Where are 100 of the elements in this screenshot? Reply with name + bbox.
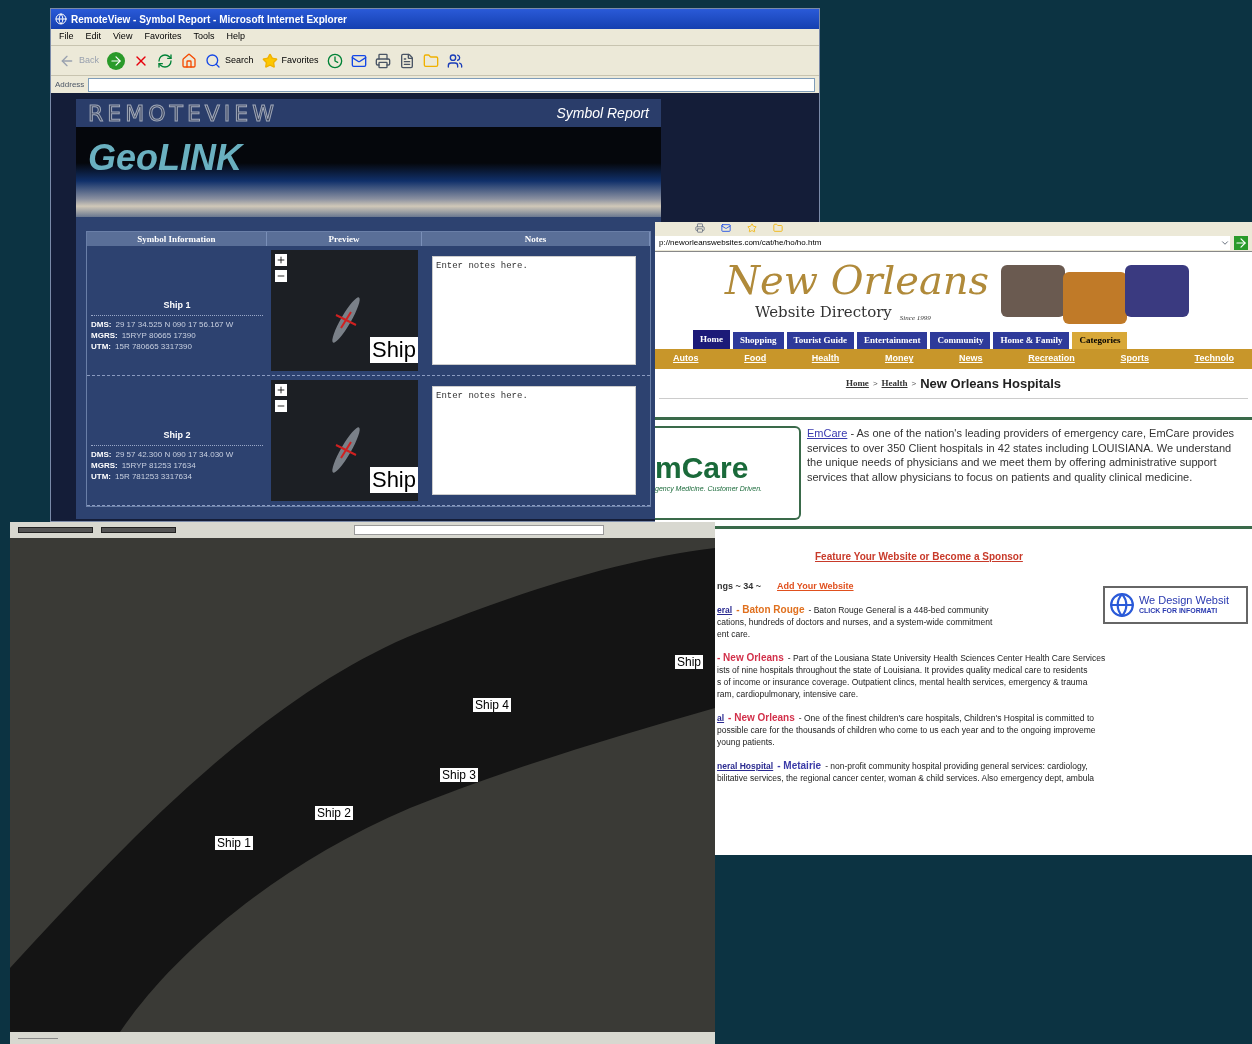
forward-icon[interactable] — [107, 51, 125, 70]
preview-label: Ship — [369, 467, 418, 493]
listing-city: - Metairie — [777, 759, 822, 772]
nav-tab[interactable]: Tourist Guide — [786, 332, 854, 349]
print-icon[interactable] — [374, 52, 391, 69]
listing-link[interactable]: al — [717, 711, 725, 724]
site-logo-title: New Orleans — [725, 258, 990, 301]
history-icon[interactable] — [326, 52, 343, 69]
coordinate-label: MGRS: — [91, 459, 118, 471]
coordinate-value: 29 57 42.300 N 090 17 34.030 W — [115, 448, 234, 460]
listing-link[interactable]: eral — [717, 603, 733, 616]
app-logo: REMOTEVIEW — [88, 99, 278, 128]
address-field[interactable] — [88, 77, 815, 92]
listing-count: ngs ~ 34 ~ — [717, 580, 762, 593]
sponsor-logo-text: mCare — [655, 451, 750, 484]
listing-text: bilitative services, the regional cancer center, woman & child services. Also emergency dept, ambula — [717, 771, 1096, 784]
site-logo-subtitle: Website Directory — [755, 301, 892, 323]
city-photo — [1125, 265, 1190, 317]
feature-link[interactable]: Feature Your Website or Become a Sponsor — [815, 549, 1023, 564]
breadcrumb-link[interactable]: Health — [881, 376, 908, 391]
print-icon[interactable] — [695, 223, 705, 233]
ship-label: Ship 4 — [473, 698, 512, 712]
nav-tab[interactable]: Home — [693, 330, 730, 349]
coordinate-value: 29 17 34.525 N 090 17 56.167 W — [115, 318, 234, 330]
listing-city: - New Orleans — [728, 711, 795, 724]
listing-text: ists of nine hospitals throughout the state of Louisiana. It provides quality medical care to residents — [717, 663, 1089, 676]
notes-field[interactable]: Enter notes here. — [432, 386, 636, 495]
slider-fill[interactable] — [19, 528, 92, 532]
page-heading: New Orleans Hospitals — [920, 374, 1062, 393]
coordinate-label: UTM: — [91, 470, 111, 482]
plus-icon — [276, 255, 286, 265]
zoom-out-button[interactable] — [275, 400, 287, 412]
city-photo — [1063, 272, 1128, 324]
sponsor-link[interactable]: EmCare — [807, 427, 848, 439]
browser-icon — [55, 13, 67, 25]
listing-text: possible care for the thousands of children who come to us each year and to the ongoing improveme — [717, 723, 1097, 736]
menu-item[interactable]: File — [59, 30, 74, 44]
listing-text: young patients. — [717, 735, 776, 748]
coordinate-field[interactable] — [354, 525, 604, 535]
ad-title: We Design Websit — [1138, 593, 1229, 606]
coordinate-label: DMS: — [91, 318, 112, 330]
nav-tab[interactable]: Home & Family — [993, 332, 1070, 349]
zoom-in-button[interactable] — [275, 254, 287, 266]
zoom-in-button[interactable] — [275, 384, 287, 396]
menu-item[interactable]: Edit — [85, 30, 102, 44]
refresh-icon[interactable] — [157, 52, 173, 69]
listing-text: - Baton Rouge General is a 448-bed community — [808, 603, 989, 616]
zoom-out-button[interactable] — [275, 270, 287, 282]
search-button[interactable]: Search — [205, 52, 254, 69]
symbol-name: Ship 2 — [91, 429, 263, 446]
mail-icon[interactable] — [350, 52, 367, 69]
listing-text: ram, cardiopulmonary, intensive care. — [717, 687, 860, 700]
ship-label: Ship 3 — [440, 768, 479, 782]
go-icon[interactable] — [1234, 235, 1248, 250]
address-label: Address — [55, 78, 85, 91]
notes-field[interactable]: Enter notes here. — [432, 256, 636, 365]
coordinate-value: 15R 780665 3317390 — [115, 340, 192, 352]
listing-link[interactable]: neral Hospital — [717, 759, 774, 772]
nav-tab[interactable]: Entertainment — [856, 332, 928, 349]
sponsor-description: EmCare - As one of the nation's leading providers of emergency care, EmCare provides services to over 350 Client hospitals in 42 states including LOUISIANA. We understand the unique needs of physicians and we meet them by offering administrative support services that allow physicians to focus on patients and quality clinical medicine. — [807, 426, 1236, 485]
star-icon — [261, 52, 278, 69]
window-title: RemoteView - Symbol Report - Microsoft Internet Explorer — [71, 12, 347, 27]
favorites-button[interactable]: Favorites — [261, 52, 319, 69]
coordinate-value: 15RYP 80665 17390 — [121, 329, 196, 341]
column-header: Symbol Information — [87, 232, 267, 246]
breadcrumb-link[interactable]: Home — [845, 376, 869, 391]
ship-label: Ship 2 — [315, 806, 354, 820]
city-photo — [1001, 265, 1066, 317]
breadcrumb-separator: > — [872, 377, 878, 390]
menu-item[interactable]: Help — [226, 30, 245, 44]
add-website-link[interactable]: Add Your Website — [777, 580, 854, 594]
menu-item[interactable]: View — [113, 30, 133, 44]
plus-icon — [276, 385, 286, 395]
coordinate-value: 15RYP 81253 17634 — [121, 459, 196, 471]
preview-label: Ship — [369, 337, 418, 363]
coordinate-label: DMS: — [91, 448, 112, 460]
address-field[interactable]: p://neworleanswebsites.com/cat/he/ho/ho.htm — [655, 235, 1230, 250]
column-header: Notes — [422, 232, 650, 246]
slider-fill[interactable] — [102, 528, 175, 532]
ship-label: Ship — [675, 655, 704, 669]
coordinate-label: MGRS: — [91, 329, 118, 341]
nav-tab[interactable]: Categories — [1072, 332, 1128, 349]
search-icon — [205, 52, 221, 69]
listing-text: cations, hundreds of doctors and nurses, and a system-wide commitment — [717, 615, 994, 628]
breadcrumb-separator: > — [911, 377, 917, 390]
page-title: Symbol Report — [556, 103, 649, 123]
listing-text: - One of the finest children's care hospitals, Children's Hospital is committed to — [798, 711, 1094, 724]
listing-city: - New Orleans — [717, 651, 784, 664]
menu-item[interactable]: Favorites — [144, 30, 182, 44]
nav-tab[interactable]: Shopping — [733, 332, 784, 349]
home-icon[interactable] — [181, 52, 197, 69]
listing-text: s of income or insurance coverage. Outpatient clincs, mental health services, emergency & trauma — [717, 675, 1089, 688]
ship-label: Ship 1 — [215, 836, 254, 850]
listing-text: ent care. — [717, 627, 752, 640]
mail-icon[interactable] — [721, 223, 731, 233]
listing-text: - non-profit community hospital providing general services: cardiology, — [825, 759, 1088, 772]
listing-text: - Part of the Lousiana State University Health Sciences Center Health Care Services — [787, 651, 1106, 664]
menu-item[interactable]: Tools — [193, 30, 215, 44]
symbol-name: Ship 1 — [91, 299, 263, 316]
nav-tab[interactable]: Community — [930, 332, 991, 349]
